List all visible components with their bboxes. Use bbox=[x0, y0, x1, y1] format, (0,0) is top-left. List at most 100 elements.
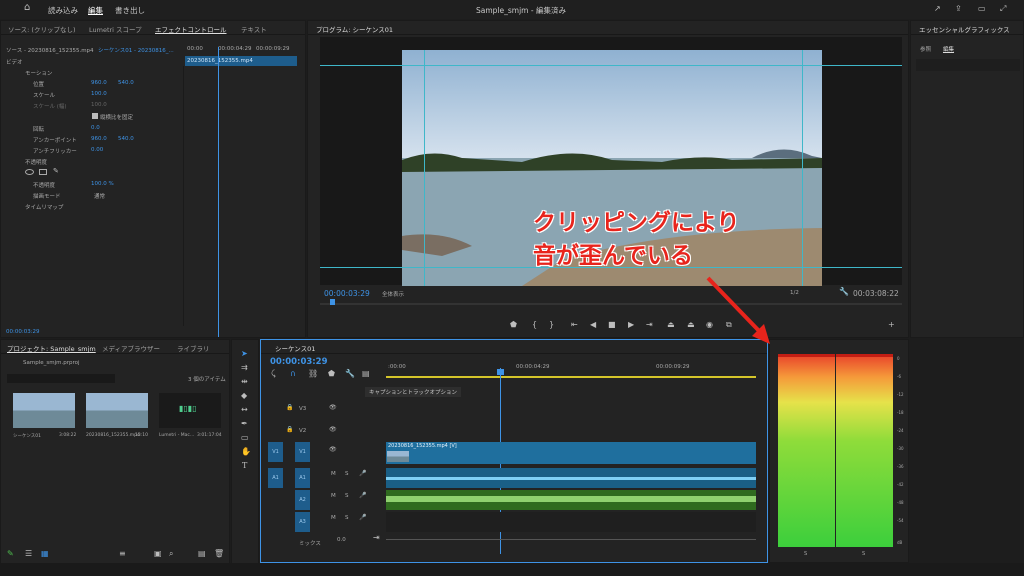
track-a1[interactable]: A1 bbox=[295, 468, 310, 488]
fx-motion[interactable]: モーション bbox=[25, 69, 52, 77]
goto-out-icon[interactable]: ⇥ bbox=[646, 321, 653, 329]
track-select-icon[interactable]: ⇉ bbox=[241, 364, 248, 372]
track-v3[interactable]: V3 bbox=[299, 406, 306, 412]
fx-anti-value[interactable]: 0.00 bbox=[91, 147, 103, 153]
track-a2[interactable]: A2 bbox=[295, 490, 310, 510]
step-forward-icon[interactable]: ▶ bbox=[628, 321, 634, 329]
thumb-clip[interactable] bbox=[86, 393, 148, 428]
a1-source-button[interactable]: A1 bbox=[268, 468, 283, 488]
program-playhead[interactable] bbox=[330, 299, 335, 305]
tab-library[interactable]: ライブラリ bbox=[177, 343, 210, 353]
fx-opacity-value[interactable]: 100.0 % bbox=[91, 181, 114, 187]
mix-end-icon[interactable]: ⇥ bbox=[373, 534, 380, 542]
out-point-icon[interactable]: } bbox=[549, 321, 554, 329]
quick-export-icon[interactable]: ↗ bbox=[934, 5, 941, 13]
menu-export[interactable]: 書き出し bbox=[115, 5, 145, 16]
ec-playhead[interactable] bbox=[218, 47, 219, 337]
ellipse-mask-icon[interactable] bbox=[25, 169, 34, 175]
fx-anchor-y[interactable]: 540.0 bbox=[118, 136, 134, 142]
a1-mic-icon[interactable]: 🎤 bbox=[359, 470, 366, 478]
program-fit-select[interactable]: 全体表示 bbox=[382, 290, 404, 298]
eg-tab-edit[interactable]: 編集 bbox=[943, 45, 954, 53]
captions-icon[interactable]: ▤ bbox=[362, 370, 370, 378]
eg-tab-browse[interactable]: 参照 bbox=[920, 45, 931, 53]
program-title[interactable]: プログラム: シーケンス01 bbox=[316, 24, 393, 34]
selection-tool-icon[interactable]: ➤ bbox=[241, 350, 248, 358]
work-area-bar[interactable] bbox=[386, 376, 756, 378]
ripple-edit-icon[interactable]: ⇹ bbox=[241, 378, 248, 386]
fx-scale-value[interactable]: 100.0 bbox=[91, 91, 107, 97]
fx-position-x[interactable]: 960.0 bbox=[91, 80, 107, 86]
tab-lumetri[interactable]: Lumetri スコープ bbox=[89, 24, 142, 34]
stop-icon[interactable]: ■ bbox=[608, 321, 616, 329]
fx-opacity-group[interactable]: 不透明度 bbox=[25, 158, 47, 166]
tab-media-browser[interactable]: メディアブラウザー bbox=[102, 343, 160, 353]
nest-icon[interactable]: ⤹ bbox=[271, 370, 276, 378]
razor-icon[interactable]: ◆ bbox=[241, 392, 247, 400]
ec-clip-bar[interactable]: 20230816_152355.mp4 bbox=[185, 56, 297, 66]
new-bin-icon[interactable]: ▣ bbox=[154, 550, 162, 558]
a3-mic-icon[interactable]: 🎤 bbox=[359, 514, 366, 522]
find-icon[interactable]: ⌕ bbox=[169, 550, 173, 558]
timeline-timecode[interactable]: 00:00:03:29 bbox=[270, 357, 328, 367]
audio-clip-a2[interactable] bbox=[386, 490, 756, 510]
slip-icon[interactable]: ↔ bbox=[241, 406, 248, 414]
track-v1[interactable]: V1 bbox=[295, 442, 310, 462]
playhead-handle[interactable] bbox=[497, 369, 504, 375]
sort-icon[interactable]: ≡ bbox=[119, 550, 126, 558]
video-clip[interactable]: 20230816_152355.mp4 [V] bbox=[386, 442, 756, 464]
mix-value[interactable]: 0.0 bbox=[337, 537, 346, 543]
v2-eye-icon[interactable]: 👁 bbox=[329, 426, 337, 434]
thumb-sequence[interactable] bbox=[13, 393, 75, 428]
step-back-icon[interactable]: ◀ bbox=[590, 321, 596, 329]
home-icon[interactable]: ⌂ bbox=[24, 3, 30, 13]
a1-mute[interactable]: M bbox=[331, 471, 336, 477]
tab-effect-controls[interactable]: エフェクトコントロール bbox=[155, 24, 227, 34]
extract-icon[interactable]: ⏏ bbox=[687, 321, 695, 329]
project-search[interactable] bbox=[7, 374, 115, 383]
fx-rotation-value[interactable]: 0.0 bbox=[91, 125, 100, 131]
pen-tool-icon[interactable]: ✒ bbox=[241, 420, 248, 428]
fx-blend-select[interactable]: 通常 bbox=[94, 192, 105, 200]
in-point-icon[interactable]: { bbox=[532, 321, 537, 329]
solo-left[interactable]: S bbox=[804, 551, 807, 557]
a2-mic-icon[interactable]: 🎤 bbox=[359, 492, 366, 500]
settings-icon[interactable]: 🔧 bbox=[345, 370, 355, 378]
fx-position-y[interactable]: 540.0 bbox=[118, 80, 134, 86]
pencil-icon[interactable]: ✎ bbox=[7, 550, 14, 558]
marker-icon[interactable]: ⬟ bbox=[510, 321, 517, 329]
list-view-icon[interactable]: ☰ bbox=[25, 550, 32, 558]
rect-mask-icon[interactable] bbox=[39, 169, 47, 175]
a3-mute[interactable]: M bbox=[331, 515, 336, 521]
tab-project[interactable]: プロジェクト: Sample_smjm bbox=[7, 343, 96, 353]
add-marker-icon[interactable]: ⬟ bbox=[328, 370, 335, 378]
v1-source-button[interactable]: V1 bbox=[268, 442, 283, 462]
program-resolution-select[interactable]: 1/2 bbox=[790, 290, 799, 296]
panel-icon[interactable]: ▭ bbox=[978, 5, 986, 13]
tab-text[interactable]: テキスト bbox=[241, 24, 267, 34]
icon-view-icon[interactable]: ▦ bbox=[41, 550, 49, 558]
a3-solo[interactable]: S bbox=[345, 515, 349, 521]
fullscreen-icon[interactable]: ⤢ bbox=[1000, 5, 1006, 13]
v1-eye-icon[interactable]: 👁 bbox=[329, 446, 337, 454]
fx-time-remap[interactable]: タイムリマップ bbox=[25, 203, 63, 211]
a2-solo[interactable]: S bbox=[345, 493, 349, 499]
lift-icon[interactable]: ⏏ bbox=[667, 321, 675, 329]
pen-mask-icon[interactable]: ✎ bbox=[53, 167, 59, 175]
goto-in-icon[interactable]: ⇤ bbox=[571, 321, 578, 329]
eg-title[interactable]: エッセンシャルグラフィックス bbox=[919, 24, 1010, 34]
share-icon[interactable]: ⇪ bbox=[955, 5, 962, 13]
solo-right[interactable]: S bbox=[862, 551, 865, 557]
wrench-icon[interactable]: 🔧 bbox=[839, 288, 849, 296]
snap-icon[interactable]: ∩ bbox=[290, 370, 296, 378]
tab-source[interactable]: ソース: (クリップなし) bbox=[8, 24, 76, 34]
hand-tool-icon[interactable]: ✋ bbox=[241, 448, 251, 456]
audio-clip-a1[interactable] bbox=[386, 468, 756, 488]
program-scrubber[interactable] bbox=[320, 303, 902, 305]
rectangle-tool-icon[interactable]: ▭ bbox=[241, 434, 249, 442]
v2-lock-icon[interactable]: 🔒 bbox=[286, 426, 293, 434]
timeline-title[interactable]: シーケンス01 bbox=[275, 343, 315, 353]
fx-anchor-x[interactable]: 960.0 bbox=[91, 136, 107, 142]
menu-edit[interactable]: 編集 bbox=[88, 5, 103, 16]
v3-lock-icon[interactable]: 🔒 bbox=[286, 404, 293, 412]
